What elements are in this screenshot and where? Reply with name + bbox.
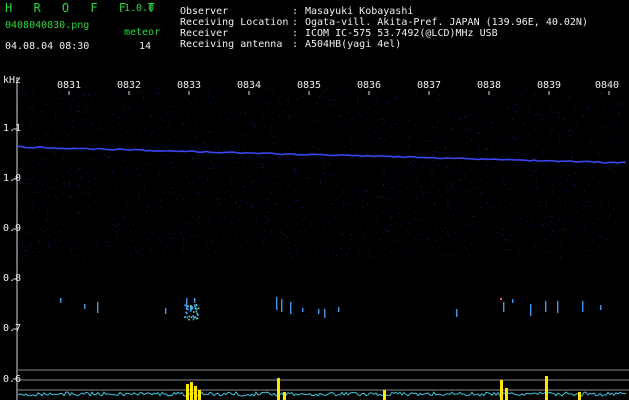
x-tick-0834: 0834 (237, 80, 262, 91)
meteor-echo (196, 317, 199, 320)
meteor-echo (196, 312, 198, 314)
meteor-echo (530, 304, 532, 316)
meteor-echo (191, 307, 194, 309)
meteor-echo (503, 302, 505, 312)
spectrogram (13, 78, 629, 400)
meteor-echo (192, 318, 195, 321)
signal-burst (198, 390, 201, 400)
signal-burst (283, 392, 286, 400)
x-tick-0837: 0837 (417, 80, 442, 91)
meteor-echo (281, 299, 283, 312)
meteor-echo (276, 297, 278, 310)
meteor-echo (188, 315, 190, 318)
noise-layer (18, 88, 627, 259)
meteor-echo (190, 307, 192, 309)
meteor-echo (194, 298, 196, 303)
meteor-echo (60, 298, 62, 303)
meteor-echo (582, 301, 584, 312)
meteor-echo (97, 302, 99, 313)
meteor-echo (184, 316, 186, 318)
meteor-echo (194, 306, 196, 308)
signal-burst (194, 386, 197, 400)
meteor-echo (338, 307, 340, 312)
carrier-trace (17, 145, 627, 164)
signal-burst (383, 390, 386, 400)
meteor-echo (190, 308, 193, 311)
x-tick-0840: 0840 (595, 80, 620, 91)
meteor-echo (324, 309, 326, 318)
meteor-echo (197, 313, 199, 316)
meteor-echo (196, 308, 198, 310)
meteor-echo (186, 312, 188, 314)
meteor-echo (193, 317, 196, 319)
meteor-echo (456, 309, 458, 317)
meteor-echo (186, 316, 189, 319)
meteor-echo (600, 305, 602, 310)
x-tick-0833: 0833 (177, 80, 202, 91)
meteor-echo (184, 304, 186, 306)
baseline-line (17, 391, 627, 397)
y-tick-1-0: 1.0 (3, 173, 22, 184)
meteor-echo (187, 305, 190, 308)
meteor-echo (194, 308, 197, 310)
meteor-echoes (60, 297, 602, 321)
meteor-echo (302, 308, 304, 312)
meteor-echo (84, 304, 86, 309)
y-tick-1-1: 1.1 (3, 123, 22, 134)
signal-burst (500, 380, 503, 400)
meteor-echo (194, 304, 196, 306)
meteor-echo (500, 298, 502, 300)
y-unit-label: kHz (3, 75, 22, 86)
x-tick-0838: 0838 (477, 80, 502, 91)
signal-burst (545, 376, 548, 400)
y-tick-0-8: 0.8 (3, 273, 22, 284)
meteor-echo (557, 301, 559, 313)
meteor-echo (197, 307, 200, 310)
meteor-echo (193, 311, 195, 313)
y-tick-0-9: 0.9 (3, 223, 22, 234)
meteor-echo (187, 308, 189, 311)
x-tick-0832: 0832 (117, 80, 142, 91)
meteor-echo (290, 302, 292, 314)
axis-lines (13, 78, 629, 400)
meteor-echo (188, 318, 190, 321)
meteor-echo (512, 299, 514, 303)
x-tick-0831: 0831 (57, 80, 82, 91)
meteor-echo (165, 308, 167, 314)
trace-line (17, 145, 627, 164)
x-tick-0839: 0839 (537, 80, 562, 91)
signal-burst (277, 378, 280, 400)
meteor-echo (318, 309, 320, 314)
meteor-echo (545, 301, 547, 312)
signal-burst (190, 382, 193, 400)
signal-burst (505, 388, 508, 400)
signal-burst (578, 392, 581, 400)
meteor-echo (190, 305, 192, 307)
x-tick-0836: 0836 (357, 80, 382, 91)
x-tick-0835: 0835 (297, 80, 322, 91)
y-tick-0-6: 0.6 (3, 374, 22, 385)
signal-burst (186, 384, 189, 400)
meteor-echo (190, 316, 193, 318)
meteor-echo (195, 310, 197, 312)
meteor-echo (196, 304, 198, 306)
y-tick-0-7: 0.7 (3, 323, 22, 334)
